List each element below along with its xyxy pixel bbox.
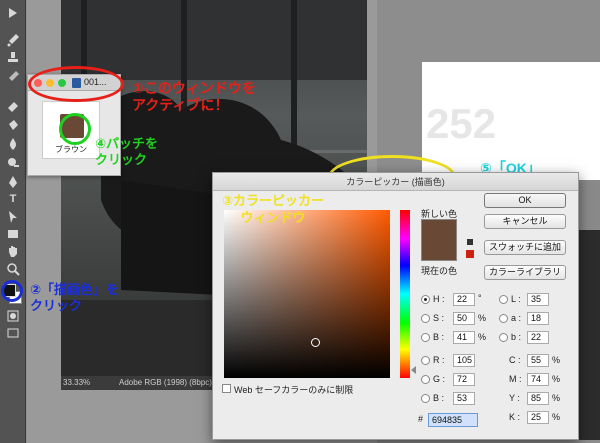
new-color-swatch [421, 219, 457, 245]
hex-label: # [418, 414, 424, 424]
path-select-icon[interactable] [5, 210, 21, 224]
m-field[interactable]: 74 [527, 373, 549, 386]
radio-r[interactable] [421, 356, 430, 365]
minimize-dot-icon[interactable] [46, 79, 54, 87]
saturation-brightness-field[interactable] [224, 210, 390, 378]
c-label: C : [509, 355, 521, 365]
radio-l[interactable] [499, 295, 508, 304]
y-unit: % [552, 393, 561, 403]
move-icon[interactable] [5, 6, 21, 20]
color-libraries-button[interactable]: カラーライブラリ [484, 265, 566, 280]
screen-mode-icon[interactable] [5, 326, 21, 340]
gamut-warning-icon[interactable] [466, 250, 474, 258]
history-brush-icon[interactable] [5, 70, 21, 84]
b-hsb-unit: % [478, 332, 487, 342]
patch-box: ブラウン [42, 101, 100, 159]
zoom-dot-icon[interactable] [58, 79, 66, 87]
web-safe-checkbox[interactable] [222, 384, 231, 393]
bucket-icon[interactable] [5, 118, 21, 132]
brush-icon[interactable] [5, 33, 21, 47]
k-label: K : [509, 412, 521, 422]
zoom-icon[interactable] [5, 262, 21, 276]
web-safe-label: Web セーフカラーのみに制限 [234, 385, 354, 395]
m-label: M : [509, 374, 522, 384]
r-label: R : [433, 355, 445, 365]
c-unit: % [552, 355, 561, 365]
palette-file-name: 001... [84, 77, 107, 87]
hand-icon[interactable] [5, 244, 21, 258]
annotation-step3: ③カラーピッカー ウィンドウ [222, 193, 325, 225]
b-hsb-label: B : [433, 332, 445, 342]
hex-field[interactable]: 694835 [428, 413, 478, 427]
g-label: G : [433, 374, 446, 384]
c-field[interactable]: 55 [527, 354, 549, 367]
brown-patch[interactable] [60, 114, 84, 138]
l-field[interactable]: 35 [527, 293, 549, 306]
quick-mask-icon[interactable] [5, 309, 21, 323]
radio-b-rgb[interactable] [421, 394, 430, 403]
h-unit: ° [478, 293, 482, 303]
annotation-step2: ②「描画色」を クリック [30, 282, 120, 313]
shape-icon[interactable] [5, 227, 21, 241]
type-icon[interactable]: T [5, 192, 21, 206]
k-field[interactable]: 25 [527, 411, 549, 424]
palette-tab[interactable]: 001... [28, 75, 120, 91]
b-hsb-field[interactable]: 41 [453, 331, 475, 344]
radio-h[interactable] [421, 295, 430, 304]
g-field[interactable]: 72 [453, 373, 475, 386]
current-color-label: 現在の色 [421, 266, 458, 276]
stamp-icon[interactable] [5, 51, 21, 65]
cube-icon[interactable] [467, 239, 473, 245]
m-unit: % [552, 374, 561, 384]
preview-number: 252 [426, 100, 497, 147]
a-label: a : [511, 313, 522, 323]
b-rgb-field[interactable]: 53 [453, 392, 475, 405]
y-field[interactable]: 85 [527, 392, 549, 405]
file-icon [72, 78, 81, 88]
dodge-icon[interactable] [5, 156, 21, 170]
hue-slider-handle[interactable] [411, 366, 416, 374]
patch-label: ブラウン [55, 145, 87, 154]
s-field[interactable]: 50 [453, 312, 475, 325]
foreground-color-swatch[interactable] [3, 284, 16, 297]
dialog-title: カラーピッカー (描画色) [213, 173, 578, 191]
hue-slider[interactable] [400, 210, 410, 378]
tools-panel: T [0, 0, 26, 443]
s-label: S : [433, 313, 445, 323]
annotation-step1: ①このウィンドウを アクティブに！ [132, 80, 256, 113]
radio-g[interactable] [421, 375, 430, 384]
cancel-button[interactable]: キャンセル [484, 214, 566, 229]
blur-icon[interactable] [5, 137, 21, 151]
pen-icon[interactable] [5, 175, 21, 189]
radio-b-hsb[interactable] [421, 333, 430, 342]
color-profile: Adobe RGB (1998) (8bpc) [119, 378, 212, 387]
a-field[interactable]: 18 [527, 312, 549, 325]
b-lab-field[interactable]: 22 [527, 331, 549, 344]
radio-s[interactable] [421, 314, 430, 323]
y-label: Y : [509, 393, 520, 403]
l-label: L : [511, 294, 521, 304]
current-color-swatch[interactable] [421, 245, 457, 261]
b-lab-label: b : [511, 332, 522, 342]
r-field[interactable]: 105 [453, 354, 475, 367]
h-label: H : [433, 294, 445, 304]
radio-b-lab[interactable] [499, 333, 508, 342]
k-unit: % [552, 412, 561, 422]
annotation-step4: ④パッチを クリック [95, 136, 159, 167]
eraser-icon[interactable] [5, 99, 21, 113]
ok-button[interactable]: OK [484, 193, 566, 208]
s-unit: % [478, 313, 487, 323]
zoom-level: 33.33% [63, 378, 91, 387]
radio-a[interactable] [499, 314, 508, 323]
add-to-swatches-button[interactable]: スウォッチに追加 [484, 240, 566, 255]
b-rgb-label: B : [433, 393, 445, 403]
color-cursor[interactable] [311, 338, 320, 347]
close-dot-icon[interactable] [34, 79, 42, 87]
h-field[interactable]: 22 [453, 293, 475, 306]
